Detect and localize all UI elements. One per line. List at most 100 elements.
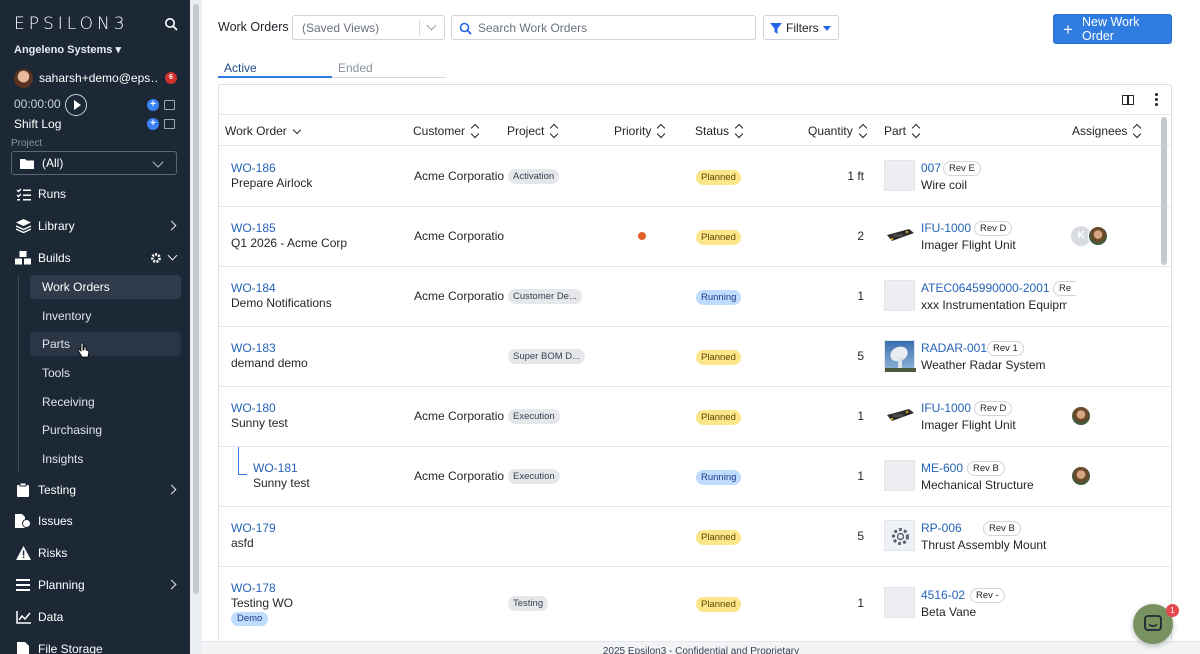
column-header-assignees[interactable]: Assignees: [1072, 124, 1141, 138]
project-select[interactable]: (All): [11, 151, 177, 175]
quantity-cell: 5: [857, 529, 864, 543]
work-order-id[interactable]: WO-186: [231, 161, 276, 175]
column-header-status[interactable]: Status: [695, 124, 743, 138]
add-shift-log-icon[interactable]: +: [147, 118, 159, 130]
project-chip: Activation: [508, 169, 560, 184]
quantity-cell: 1: [857, 596, 864, 610]
nav-issues[interactable]: Issues: [0, 507, 190, 535]
columns-icon[interactable]: [1122, 95, 1134, 105]
work-order-id[interactable]: WO-183: [231, 341, 276, 355]
select-divider: [419, 20, 420, 36]
filters-button[interactable]: Filters: [763, 15, 839, 40]
column-header-priority[interactable]: Priority: [614, 124, 665, 138]
part-id-link[interactable]: ATEC0645990000-2001: [921, 281, 1050, 295]
user-menu[interactable]: saharsh+demo@eps… 6: [14, 68, 182, 88]
notification-badge[interactable]: 6: [165, 72, 177, 84]
sidebar-scrollbar-thumb[interactable]: [193, 4, 199, 594]
work-order-id[interactable]: WO-181: [253, 461, 298, 475]
saved-views-select[interactable]: (Saved Views): [292, 15, 445, 40]
shift-log-label[interactable]: Shift Log: [14, 117, 61, 131]
part-id-link[interactable]: 007: [921, 161, 941, 175]
sidebar-item-tools[interactable]: Tools: [30, 361, 181, 385]
nav-file-storage[interactable]: File Storage: [0, 635, 190, 654]
assignee-avatar[interactable]: [1088, 226, 1108, 246]
search-input[interactable]: Search Work Orders: [451, 15, 756, 40]
part-name: Mechanical Structure: [921, 478, 1034, 492]
status-badge: Running: [696, 470, 742, 485]
main-content: Work Orders (Saved Views) Search Work Or…: [202, 0, 1200, 654]
new-work-order-button[interactable]: + New Work Order: [1053, 14, 1172, 44]
gear-icon[interactable]: [150, 252, 162, 264]
column-header-customer[interactable]: Customer: [413, 124, 479, 138]
org-switcher[interactable]: Angeleno Systems ▾: [14, 43, 121, 56]
project-chip: Super BOM D...: [508, 349, 586, 364]
log-book-icon[interactable]: [164, 119, 175, 129]
table-row[interactable]: WO-179 asfd Planned 5 RP-006 Rev B Thrus…: [219, 507, 1171, 567]
table-toolbar: [219, 85, 1171, 115]
nav-data[interactable]: Data: [0, 603, 190, 631]
search-icon[interactable]: [164, 17, 178, 31]
search-icon: [459, 22, 472, 35]
nav-testing[interactable]: Testing: [0, 476, 190, 504]
work-order-id[interactable]: WO-185: [231, 221, 276, 235]
column-header-work-order[interactable]: Work Order: [225, 124, 302, 138]
sidebar-item-purchasing[interactable]: Purchasing: [30, 418, 181, 442]
add-timer-icon[interactable]: +: [147, 99, 159, 111]
table-row[interactable]: WO-185 Q1 2026 - Acme Corp Acme Corporat…: [219, 207, 1171, 267]
nav-planning[interactable]: Planning: [0, 571, 190, 599]
nav-label: Builds: [38, 251, 71, 265]
sidebar-item-insights[interactable]: Insights: [30, 447, 181, 471]
customer-cell: Acme Corporation: [414, 409, 504, 423]
table-row[interactable]: WO-178 Testing WO Demo Testing Planned 1…: [219, 567, 1171, 647]
layers-icon: [15, 219, 31, 233]
calendar-icon[interactable]: [164, 100, 175, 110]
revision-badge: Rev B: [967, 461, 1005, 476]
sort-icon: [550, 125, 558, 137]
tab-ended[interactable]: Ended: [338, 61, 373, 75]
sidebar-item-parts[interactable]: Parts: [30, 332, 181, 356]
part-id-link[interactable]: RADAR-001: [921, 341, 987, 355]
nav-library[interactable]: Library: [0, 212, 190, 240]
nav-runs[interactable]: Runs: [0, 180, 190, 208]
work-order-id[interactable]: WO-179: [231, 521, 276, 535]
org-name: Angeleno Systems: [14, 44, 113, 56]
play-icon[interactable]: [65, 94, 87, 116]
column-header-part[interactable]: Part: [884, 124, 920, 138]
work-order-id[interactable]: WO-184: [231, 281, 276, 295]
part-id-link[interactable]: RP-006: [921, 521, 962, 535]
more-vertical-icon[interactable]: [1155, 93, 1158, 107]
table-row[interactable]: WO-180 Sunny test Acme Corporation Execu…: [219, 387, 1171, 447]
logo[interactable]: EPSILON3: [14, 14, 129, 34]
table-row[interactable]: WO-184 Demo Notifications Acme Corporati…: [219, 267, 1171, 327]
work-order-id[interactable]: WO-180: [231, 401, 276, 415]
customer-cell: Acme Corporation: [414, 289, 504, 303]
table-row[interactable]: WO-181 Sunny test Acme Corporation Execu…: [219, 447, 1171, 507]
quantity-cell: 2: [857, 229, 864, 243]
column-header-project[interactable]: Project: [507, 124, 558, 138]
table-row[interactable]: WO-183 demand demo Super BOM D... Planne…: [219, 327, 1171, 387]
table-scrollbar[interactable]: [1161, 117, 1167, 265]
revision-badge: Rev 1: [987, 341, 1024, 356]
project-value: (All): [42, 156, 64, 170]
table-row[interactable]: WO-186 Prepare Airlock Acme Corporation …: [219, 147, 1171, 207]
assignee-avatar[interactable]: [1071, 466, 1091, 486]
chevron-right-icon: [166, 579, 177, 590]
column-header-quantity[interactable]: Quantity: [808, 124, 867, 138]
part-id-link[interactable]: ME-600: [921, 461, 963, 475]
assignee-avatar[interactable]: [1071, 406, 1091, 426]
work-order-id[interactable]: WO-178: [231, 581, 276, 595]
part-id-link[interactable]: IFU-1000: [921, 401, 971, 415]
part-id-link[interactable]: 4516-02: [921, 588, 965, 602]
tab-active[interactable]: Active: [224, 61, 257, 75]
sidebar-item-work-orders[interactable]: Work Orders: [30, 275, 181, 299]
shift-timer: 00:00:00: [14, 97, 61, 111]
revision-badge: Rev D: [974, 401, 1013, 416]
sidebar-item-inventory[interactable]: Inventory: [30, 304, 181, 328]
nav-builds[interactable]: Builds: [0, 244, 190, 272]
nav-risks[interactable]: Risks: [0, 539, 190, 567]
status-badge: Planned: [696, 530, 741, 545]
sidebar-item-receiving[interactable]: Receiving: [30, 390, 181, 414]
clipboard-icon: [15, 483, 31, 497]
status-badge: Planned: [696, 170, 741, 185]
part-id-link[interactable]: IFU-1000: [921, 221, 971, 235]
